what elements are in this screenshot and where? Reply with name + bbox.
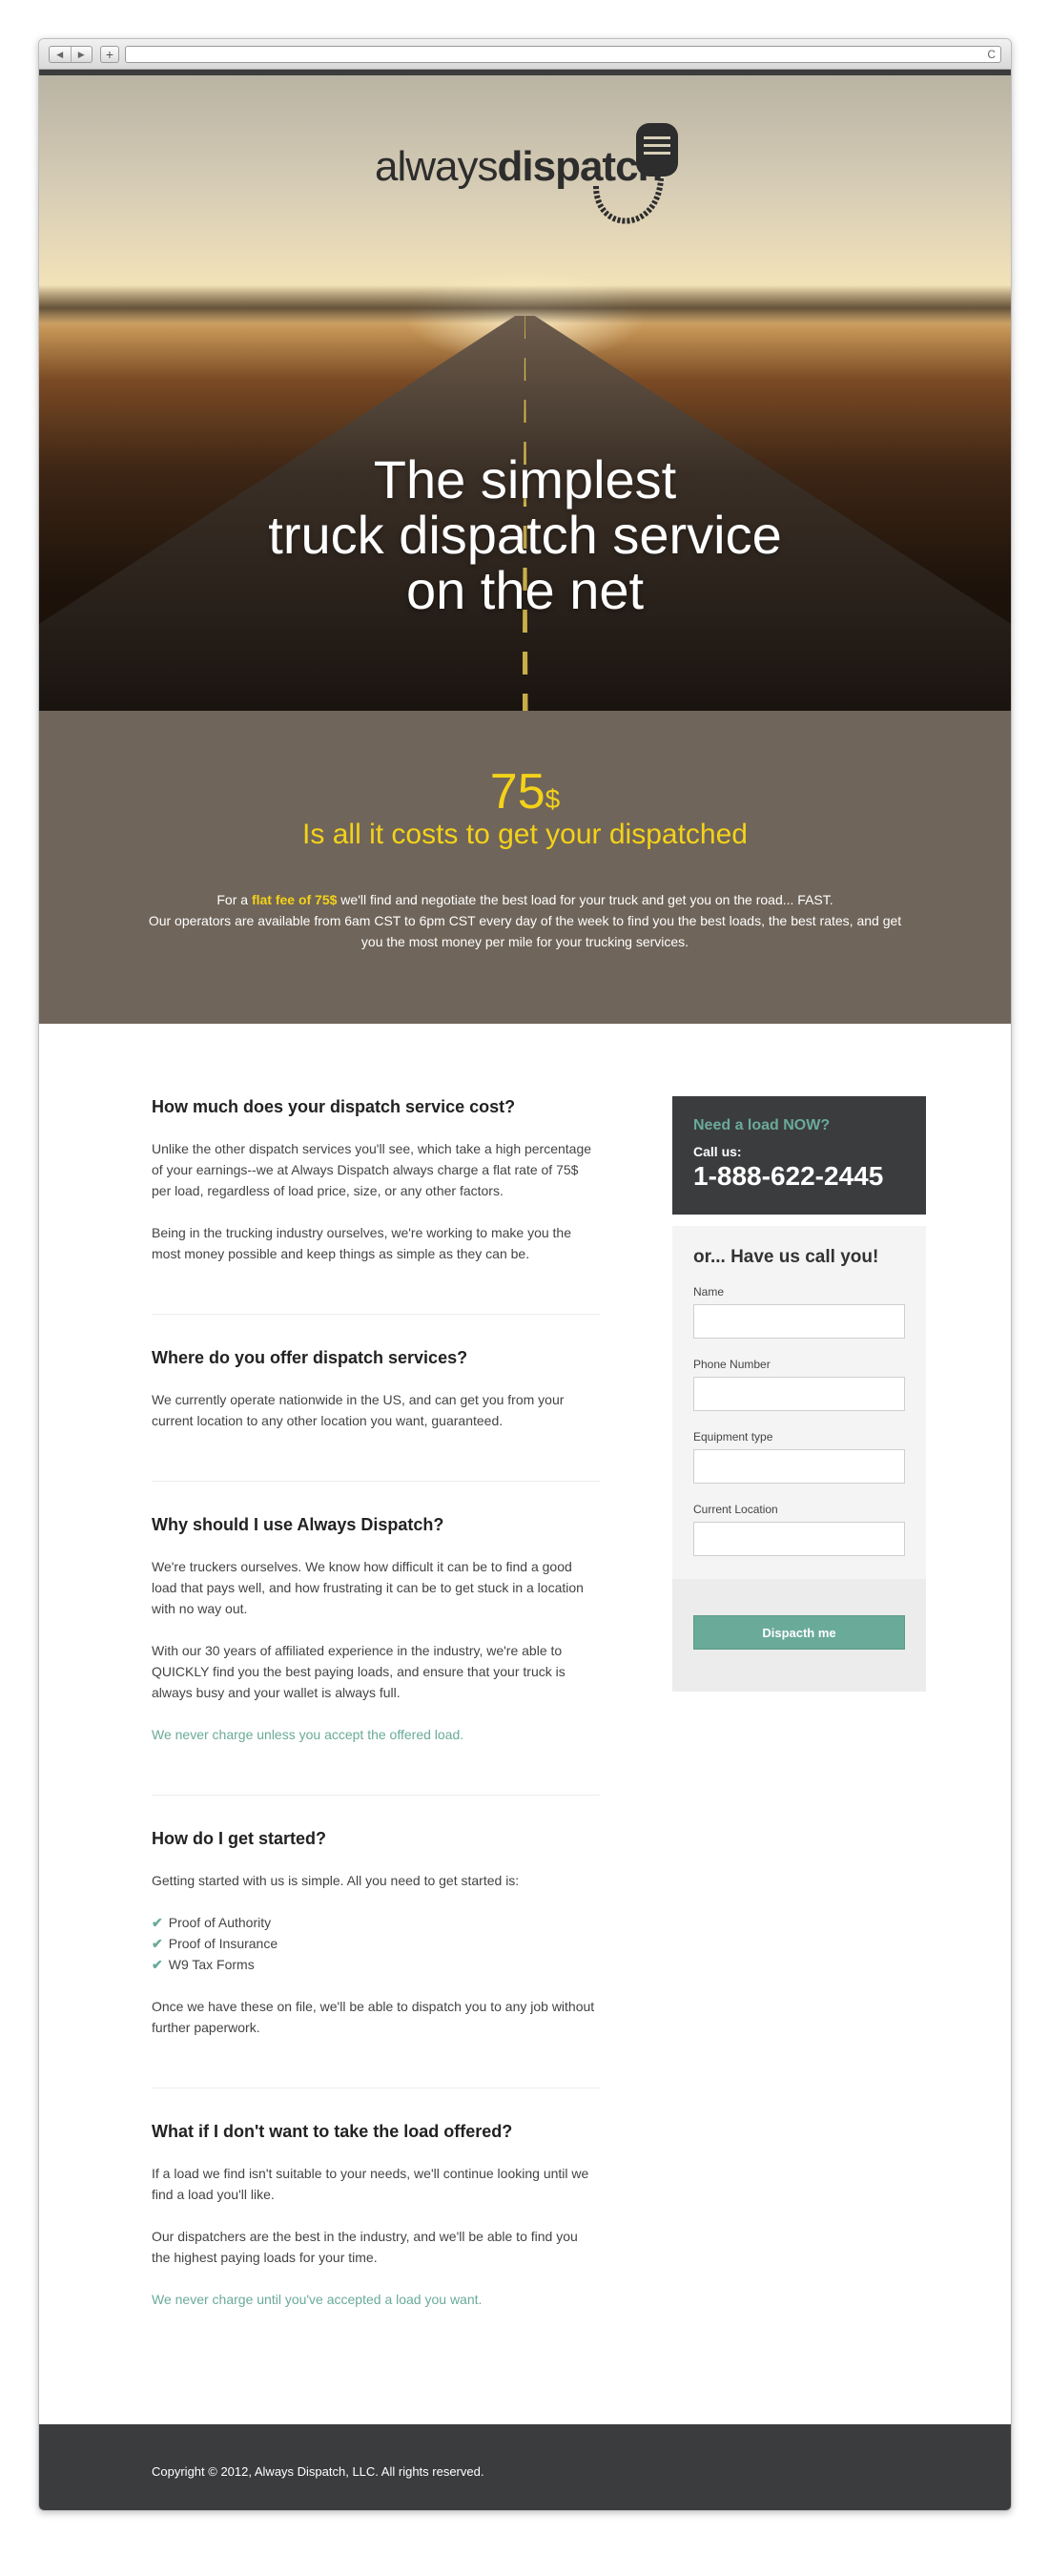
call-box: Need a load NOW? Call us: 1-888-622-2445 <box>672 1096 926 1215</box>
logo-text-light: always <box>375 143 498 190</box>
price-value: 75 <box>489 764 545 820</box>
faq-paragraph: We currently operate nationwide in the U… <box>152 1392 565 1428</box>
faq-title: How much does your dispatch service cost… <box>152 1097 516 1116</box>
radio-microphone-icon <box>593 123 678 224</box>
field-label: Current Location <box>693 1503 778 1516</box>
back-icon[interactable]: ◀ <box>50 47 72 62</box>
browser-window: ◀ ▶ + C alwaysdispatch The simplest truc… <box>38 38 1012 2511</box>
hero-title-line: The simplest <box>373 449 677 509</box>
equipment-field: Equipment type <box>672 1430 926 1484</box>
need-load-heading: Need a load NOW? <box>693 1117 831 1133</box>
browser-toolbar: ◀ ▶ + C <box>39 39 1011 70</box>
requirements-list: ✔ Proof of Authority ✔ Proof of Insurance … <box>152 1912 600 1975</box>
faq-item: Where do you offer dispatch services? We… <box>152 1347 600 1482</box>
nav-buttons: ◀ ▶ <box>49 46 93 63</box>
phone-field: Phone Number <box>672 1358 926 1411</box>
dispatch-me-button[interactable]: Dispacth me <box>693 1615 905 1650</box>
price-tagline: Is all it costs to get your dispatched <box>302 819 748 850</box>
forward-icon[interactable]: ▶ <box>72 47 93 62</box>
faq-paragraph: We're truckers ourselves. We know how di… <box>152 1559 584 1616</box>
call-us-label: Call us: <box>693 1144 742 1159</box>
faq-item: How do I get started? Getting started wi… <box>152 1828 600 2088</box>
faq-title: How do I get started? <box>152 1829 327 1848</box>
reload-icon[interactable]: C <box>987 47 996 62</box>
form-footer: Dispacth me <box>672 1579 926 1692</box>
checkmark-icon: ✔ <box>152 1957 163 1972</box>
pricing-section: 75$ Is all it costs to get your dispatch… <box>39 711 1011 1024</box>
list-item-label: Proof of Authority <box>168 1915 272 1930</box>
hero-title-line: on the net <box>405 560 645 620</box>
list-item: ✔ Proof of Insurance <box>152 1933 600 1954</box>
list-item: ✔ W9 Tax Forms <box>152 1954 600 1975</box>
faq-title: What if I don't want to take the load of… <box>152 2122 513 2141</box>
sidebar: Need a load NOW? Call us: 1-888-622-2445… <box>672 1096 926 1692</box>
name-field: Name <box>672 1285 926 1339</box>
callback-form: or... Have us call you! Name Phone Numbe… <box>672 1226 926 1692</box>
checkmark-icon: ✔ <box>152 1915 163 1930</box>
site-footer: Copyright © 2012, Always Dispatch, LLC. … <box>39 2424 1011 2510</box>
faq-item: Why should I use Always Dispatch? We're … <box>152 1514 600 1796</box>
faq-paragraph: Getting started with us is simple. All y… <box>152 1873 520 1888</box>
faq-paragraph: Once we have these on file, we'll be abl… <box>152 1999 595 2035</box>
faq-title: Where do you offer dispatch services? <box>152 1348 468 1367</box>
phone-number[interactable]: 1-888-622-2445 <box>693 1161 905 1192</box>
faq-accent-note: We never charge unless you accept the of… <box>152 1727 464 1742</box>
copyright-text: Copyright © 2012, Always Dispatch, LLC. … <box>152 2464 484 2479</box>
form-title: or... Have us call you! <box>693 1247 879 1267</box>
price-desc-post: we'll find and negotiate the best load f… <box>337 892 833 907</box>
field-label: Equipment type <box>693 1430 773 1444</box>
faq-accent-note: We never charge until you've accepted a … <box>152 2292 483 2307</box>
list-item: ✔ Proof of Authority <box>152 1912 600 1933</box>
faq-item: How much does your dispatch service cost… <box>152 1096 600 1315</box>
price-description: For a flat fee of 75$ we'll find and neg… <box>144 889 906 952</box>
checkmark-icon: ✔ <box>152 1936 163 1951</box>
faq-paragraph: Unlike the other dispatch services you'l… <box>152 1141 592 1198</box>
price-desc-line2: Our operators are available from 6am CST… <box>148 913 902 949</box>
field-label: Phone Number <box>693 1358 771 1371</box>
content-section: How much does your dispatch service cost… <box>39 1024 1011 2424</box>
site-logo[interactable]: alwaysdispatch <box>375 121 678 224</box>
new-tab-icon[interactable]: + <box>100 46 119 63</box>
hero-title: The simplest truck dispatch service on t… <box>39 452 1011 618</box>
faq-paragraph: Being in the trucking industry ourselves… <box>152 1225 572 1261</box>
price-desc-pre: For a <box>216 892 252 907</box>
phone-input[interactable] <box>693 1377 905 1411</box>
hero-section: alwaysdispatch The simplest truck dispat… <box>39 75 1011 711</box>
hero-title-line: truck dispatch service <box>268 505 782 565</box>
faq-item: What if I don't want to take the load of… <box>152 2121 600 2359</box>
list-item-label: Proof of Insurance <box>168 1936 278 1951</box>
faq-column: How much does your dispatch service cost… <box>152 1096 600 2392</box>
location-field: Current Location <box>672 1503 926 1556</box>
faq-paragraph: If a load we find isn't suitable to your… <box>152 2166 589 2202</box>
faq-paragraph: Our dispatchers are the best in the indu… <box>152 2229 578 2265</box>
field-label: Name <box>693 1285 725 1298</box>
equipment-input[interactable] <box>693 1449 905 1484</box>
location-input[interactable] <box>693 1522 905 1556</box>
faq-title: Why should I use Always Dispatch? <box>152 1515 444 1534</box>
name-input[interactable] <box>693 1304 905 1339</box>
price-desc-highlight: flat fee of 75$ <box>251 892 338 907</box>
faq-paragraph: With our 30 years of affiliated experien… <box>152 1643 566 1700</box>
list-item-label: W9 Tax Forms <box>168 1957 255 1972</box>
address-bar[interactable]: C <box>125 46 1001 63</box>
price-currency: $ <box>545 784 561 814</box>
